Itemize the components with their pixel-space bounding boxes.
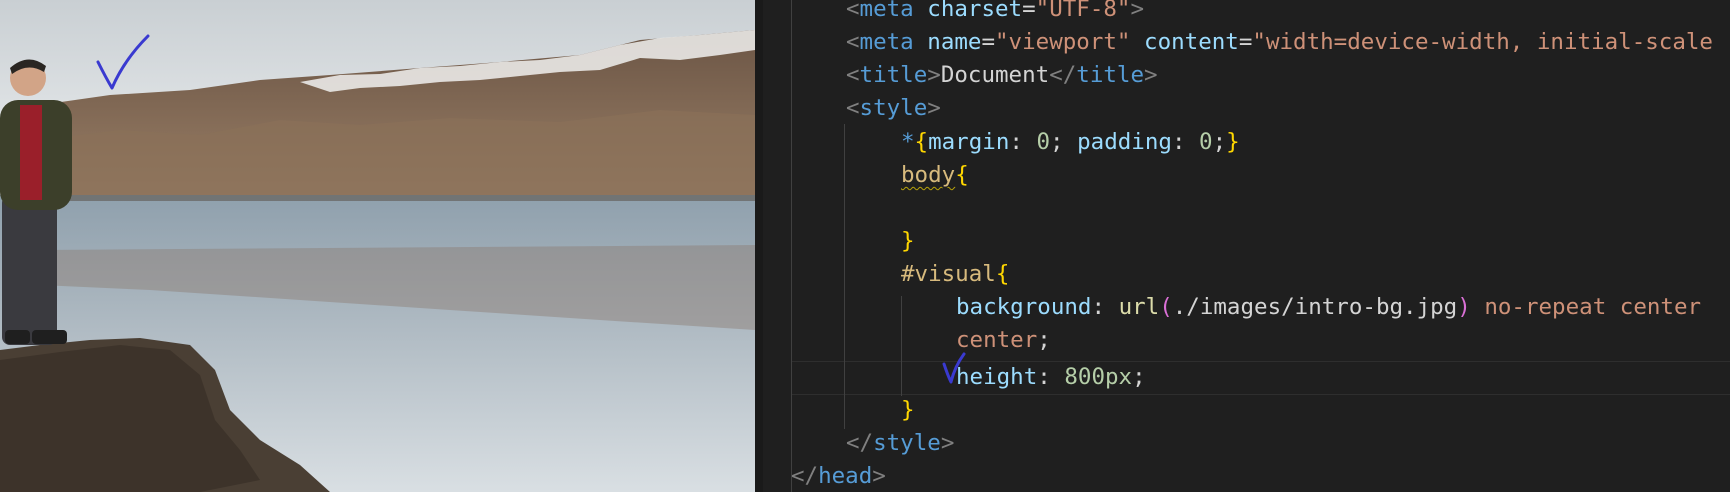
current-line-highlight bbox=[791, 361, 1730, 395]
landscape-illustration bbox=[0, 0, 755, 492]
code-line-height-decl: height: 800px; bbox=[956, 364, 1146, 390]
indent-guide bbox=[901, 296, 902, 396]
code-line-visual-rule-close: } bbox=[901, 397, 915, 423]
code-line-background-wrap: center; bbox=[956, 327, 1051, 353]
line-number-gutter bbox=[755, 0, 763, 492]
shoreline bbox=[40, 195, 755, 201]
indent-guide bbox=[791, 0, 792, 492]
checkmark-code bbox=[942, 352, 966, 384]
code-editor[interactable]: <meta charset="UTF-8"> <meta name="viewp… bbox=[755, 0, 1730, 492]
code-line-title: <title>Document</title> bbox=[846, 62, 1158, 88]
code-line-reset-rule: *{margin: 0; padding: 0;} bbox=[901, 129, 1240, 155]
code-line-background-decl: background: url(./images/intro-bg.jpg) n… bbox=[956, 294, 1702, 320]
code-line-body-rule-close: } bbox=[901, 228, 915, 254]
code-line-visual-rule-open: #visual{ bbox=[901, 261, 1010, 287]
code-line-body-rule-open: body{ bbox=[901, 162, 969, 188]
code-line-style-close: </style> bbox=[846, 430, 955, 456]
indent-guide bbox=[844, 124, 845, 429]
code-line-meta-charset: <meta charset="UTF-8"> bbox=[846, 0, 1145, 22]
code-line-head-close: </head> bbox=[791, 463, 886, 489]
code-line-meta-viewport: <meta name="viewport" content="width=dev… bbox=[846, 29, 1713, 55]
code-line-style-open: <style> bbox=[846, 95, 941, 121]
landscape-photo bbox=[0, 0, 755, 492]
